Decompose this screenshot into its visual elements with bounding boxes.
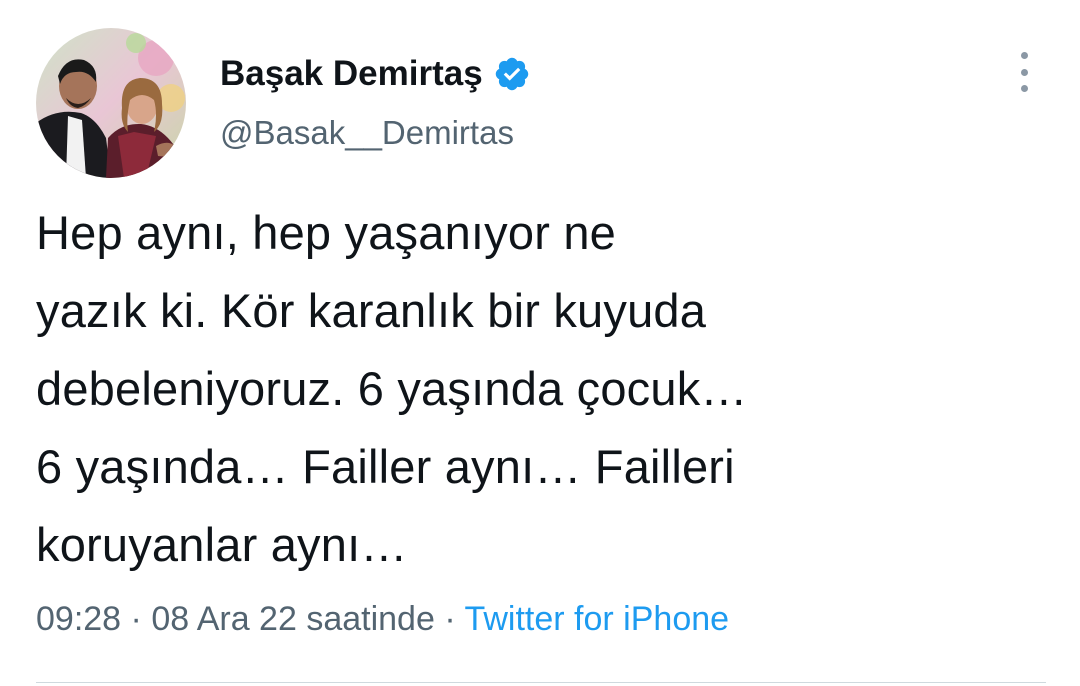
tweet-text-line: Hep aynı, hep yaşanıyor ne [36, 206, 617, 259]
more-options-icon[interactable] [1008, 52, 1040, 92]
meta-separator: · [121, 600, 152, 638]
author-handle[interactable]: @Basak__Demirtas [220, 114, 514, 152]
tweet-date[interactable]: 08 Ara 22 saatinde [151, 600, 435, 638]
profile-photo [36, 28, 186, 178]
dot [1020, 52, 1028, 59]
author-display-name[interactable]: Başak Demirtaş [220, 54, 483, 94]
verified-badge-icon [493, 55, 531, 93]
tweet-meta: 09:28 · 08 Ara 22 saatinde · Twitter for… [36, 600, 729, 639]
tweet-text: Hep aynı, hep yaşanıyor ne yazık ki. Kör… [36, 194, 1046, 584]
author-name-row[interactable]: Başak Demirtaş [220, 50, 531, 98]
divider [36, 682, 1046, 683]
tweet-card: Başak Demirtaş @Basak__Demirtas Hep aynı… [0, 0, 1080, 686]
tweet-text-line: koruyanlar aynı… [36, 518, 408, 571]
dot [1020, 85, 1028, 92]
tweet-source-link[interactable]: Twitter for iPhone [464, 600, 729, 638]
meta-separator: · [434, 600, 465, 638]
tweet-text-line: yazık ki. Kör karanlık bir kuyuda [36, 284, 707, 337]
tweet-text-line: debeleniyoruz. 6 yaşında çocuk… [36, 362, 748, 415]
avatar[interactable] [36, 28, 186, 178]
dot [1020, 68, 1028, 76]
tweet-text-line: 6 yaşında… Failler aynı… Failleri [36, 440, 735, 493]
tweet-time[interactable]: 09:28 [36, 600, 121, 638]
